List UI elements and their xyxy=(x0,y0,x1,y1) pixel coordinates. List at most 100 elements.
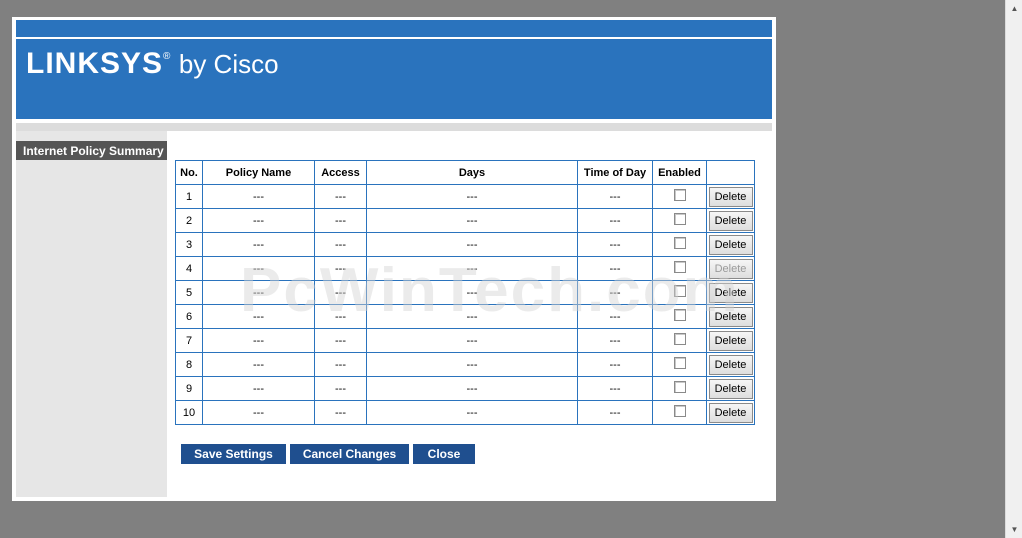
delete-cell: Delete xyxy=(706,280,755,305)
row-number: 10 xyxy=(175,400,203,425)
policy-name-cell: --- xyxy=(202,256,315,281)
enabled-checkbox[interactable] xyxy=(673,261,686,273)
table-row: 9 --- --- --- --- Delete xyxy=(175,376,755,401)
section-label: Internet Policy Summary xyxy=(16,141,167,160)
column-header: Time of Day xyxy=(577,160,653,185)
delete-button[interactable]: Delete xyxy=(708,402,753,423)
days-cell: --- xyxy=(366,208,578,233)
delete-button[interactable]: Delete xyxy=(708,306,753,327)
vertical-scrollbar[interactable]: ▲ ▼ xyxy=(1005,0,1022,538)
enabled-checkbox[interactable] xyxy=(673,309,686,321)
row-number: 9 xyxy=(175,376,203,401)
column-header: Access xyxy=(314,160,367,185)
column-header xyxy=(706,160,755,185)
row-number: 7 xyxy=(175,328,203,353)
access-cell: --- xyxy=(314,208,367,233)
table-row: 8 --- --- --- --- Delete xyxy=(175,352,755,377)
enabled-cell xyxy=(652,304,707,329)
enabled-checkbox[interactable] xyxy=(673,237,686,249)
time-of-day-cell: --- xyxy=(577,352,653,377)
enabled-checkbox[interactable] xyxy=(673,213,686,225)
column-header: Policy Name xyxy=(202,160,315,185)
delete-cell: Delete xyxy=(706,184,755,209)
policy-name-cell: --- xyxy=(202,400,315,425)
linksys-logo: LINKSYS® by Cisco xyxy=(26,47,279,81)
row-number: 3 xyxy=(175,232,203,257)
days-cell: --- xyxy=(366,328,578,353)
enabled-cell xyxy=(652,352,707,377)
enabled-cell xyxy=(652,280,707,305)
delete-cell: Delete xyxy=(706,256,755,281)
delete-button[interactable]: Delete xyxy=(708,282,753,303)
enabled-cell xyxy=(652,376,707,401)
days-cell: --- xyxy=(366,400,578,425)
row-number: 6 xyxy=(175,304,203,329)
access-cell: --- xyxy=(314,184,367,209)
access-cell: --- xyxy=(314,400,367,425)
enabled-checkbox[interactable] xyxy=(673,381,686,393)
row-number: 8 xyxy=(175,352,203,377)
time-of-day-cell: --- xyxy=(577,280,653,305)
delete-button[interactable]: Delete xyxy=(708,186,753,207)
table-row: 5 --- --- --- --- Delete xyxy=(175,280,755,305)
delete-button[interactable]: Delete xyxy=(708,210,753,231)
access-cell: --- xyxy=(314,376,367,401)
policy-name-cell: --- xyxy=(202,376,315,401)
delete-button[interactable]: Delete xyxy=(708,330,753,351)
delete-button[interactable]: Delete xyxy=(708,258,753,279)
save-settings-button[interactable]: Save Settings xyxy=(181,444,286,464)
delete-button[interactable]: Delete xyxy=(708,354,753,375)
scroll-down-icon[interactable]: ▼ xyxy=(1006,521,1022,538)
delete-cell: Delete xyxy=(706,400,755,425)
enabled-cell xyxy=(652,400,707,425)
time-of-day-cell: --- xyxy=(577,328,653,353)
action-bar: Save Settings Cancel Changes Close xyxy=(181,444,475,464)
column-header: Enabled xyxy=(652,160,707,185)
row-number: 5 xyxy=(175,280,203,305)
time-of-day-cell: --- xyxy=(577,256,653,281)
enabled-checkbox[interactable] xyxy=(673,357,686,369)
policy-name-cell: --- xyxy=(202,232,315,257)
enabled-cell xyxy=(652,184,707,209)
cancel-changes-button[interactable]: Cancel Changes xyxy=(290,444,409,464)
access-cell: --- xyxy=(314,256,367,281)
delete-cell: Delete xyxy=(706,352,755,377)
days-cell: --- xyxy=(366,352,578,377)
delete-cell: Delete xyxy=(706,232,755,257)
column-header: No. xyxy=(175,160,203,185)
policy-summary-window: LINKSYS® by Cisco Internet Policy Summar… xyxy=(12,17,776,501)
time-of-day-cell: --- xyxy=(577,232,653,257)
table-row: 10 --- --- --- --- Delete xyxy=(175,400,755,425)
policy-name-cell: --- xyxy=(202,304,315,329)
enabled-checkbox[interactable] xyxy=(673,405,686,417)
policy-name-cell: --- xyxy=(202,184,315,209)
logo-registered-mark: ® xyxy=(163,51,171,62)
enabled-checkbox[interactable] xyxy=(673,285,686,297)
time-of-day-cell: --- xyxy=(577,376,653,401)
days-cell: --- xyxy=(366,376,578,401)
time-of-day-cell: --- xyxy=(577,184,653,209)
row-number: 4 xyxy=(175,256,203,281)
table-row: 4 --- --- --- --- Delete xyxy=(175,256,755,281)
policy-name-cell: --- xyxy=(202,328,315,353)
delete-cell: Delete xyxy=(706,376,755,401)
row-number: 1 xyxy=(175,184,203,209)
access-cell: --- xyxy=(314,352,367,377)
left-panel xyxy=(16,131,167,497)
table-row: 6 --- --- --- --- Delete xyxy=(175,304,755,329)
delete-button[interactable]: Delete xyxy=(708,378,753,399)
scroll-up-icon[interactable]: ▲ xyxy=(1006,0,1022,17)
delete-button[interactable]: Delete xyxy=(708,234,753,255)
header-banner: LINKSYS® by Cisco xyxy=(16,39,772,119)
enabled-checkbox[interactable] xyxy=(673,189,686,201)
access-cell: --- xyxy=(314,328,367,353)
enabled-cell xyxy=(652,208,707,233)
enabled-checkbox[interactable] xyxy=(673,333,686,345)
access-cell: --- xyxy=(314,280,367,305)
header-divider xyxy=(16,123,772,131)
delete-cell: Delete xyxy=(706,208,755,233)
enabled-cell xyxy=(652,256,707,281)
policy-name-cell: --- xyxy=(202,352,315,377)
table-row: 1 --- --- --- --- Delete xyxy=(175,184,755,209)
close-button[interactable]: Close xyxy=(413,444,475,464)
